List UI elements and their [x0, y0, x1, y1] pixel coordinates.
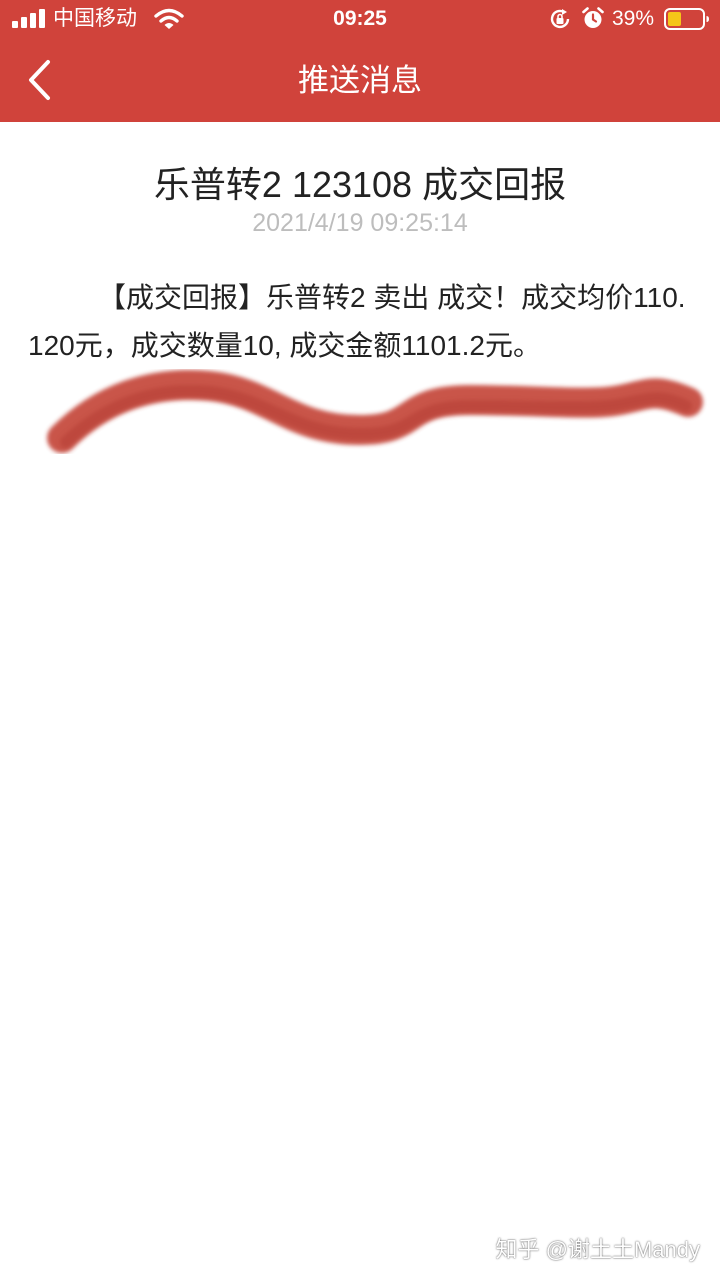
header: 中国移动 09:25 39% 推送消息	[0, 0, 720, 122]
nav-bar: 推送消息	[0, 40, 720, 122]
message-body: 【成交回报】乐普转2 卖出 成交！成交均价110.120元，成交数量10, 成交…	[28, 282, 686, 361]
status-bar: 中国移动 09:25 39%	[0, 0, 720, 40]
page-title: 推送消息	[298, 63, 422, 98]
rotation-lock-icon	[550, 9, 570, 29]
battery-percent: 39%	[612, 7, 655, 30]
message-timestamp: 2021/4/19 09:25:14	[252, 209, 468, 237]
watermark: 知乎 @谢土土Mandy	[495, 1237, 700, 1262]
message-title: 乐普转2 123108 成交回报	[153, 164, 567, 205]
redaction-scribble	[47, 370, 703, 453]
battery-icon	[664, 8, 709, 30]
screen: 中国移动 09:25 39% 推送消息 乐普转2 123108 成交回报 202…	[0, 0, 720, 1281]
alarm-icon	[582, 7, 604, 28]
